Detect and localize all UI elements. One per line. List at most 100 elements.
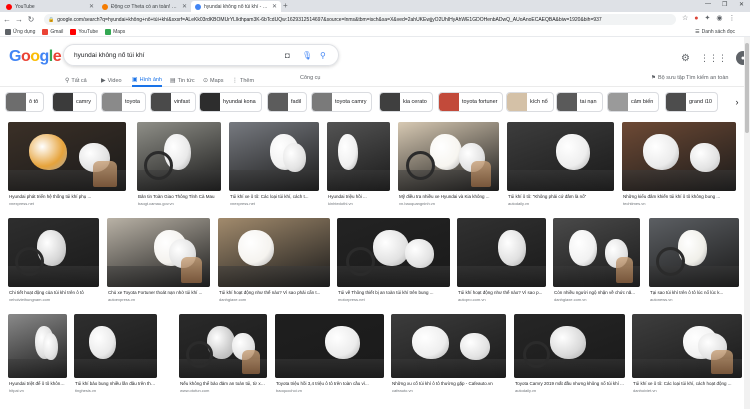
result-thumbnail[interactable] [514, 314, 625, 378]
image-result[interactable]: Toyota triệu hồi 3,4 triệu ô tô trên toà… [275, 314, 384, 396]
reading-list-button[interactable]: ☰ Danh sách đọc [695, 27, 735, 37]
image-result[interactable]: Mỹ điều tra nhiều xe Hyundai và Kia khôn… [398, 122, 499, 209]
close-icon[interactable]: ✕ [182, 3, 187, 10]
back-arrow-icon[interactable]: ← [2, 15, 12, 24]
chip[interactable]: ô tô [5, 92, 45, 112]
window-close-icon[interactable]: ✕ [739, 1, 744, 8]
search-icon[interactable]: ⚲ [320, 51, 326, 60]
chip[interactable]: tai nạn [556, 92, 603, 112]
image-result[interactable]: Những kiểu đâm khiến túi khí ô tô không … [622, 122, 736, 209]
result-thumbnail[interactable] [8, 314, 67, 378]
image-result[interactable]: Hyundai triệu hồi ... kinhtedothi.vn [327, 122, 390, 209]
result-caption[interactable]: Còn nhiều người ngộ nhận về chức nă... [554, 290, 639, 295]
chip[interactable]: cảm biến [607, 92, 660, 112]
extensions-puzzle-icon[interactable]: ✦ [705, 14, 711, 22]
result-caption[interactable]: Túi khí bảo bung nhiều lần đâu trên thế … [75, 381, 156, 386]
result-caption[interactable]: Túi khí hoạt động như thế nào? Vì sao ph… [219, 290, 329, 295]
result-caption[interactable]: Toyota triệu hồi 3,4 triệu ô tô trên toà… [276, 381, 383, 386]
image-result[interactable]: Tại sao túi khí trên ô tô lúc nổ lúc k..… [649, 218, 739, 305]
bookmark-apps[interactable]: Ứng dụng [5, 28, 35, 35]
image-result[interactable]: Nếu không thể bảo đảm an toàn túi, từ xe… [179, 314, 267, 396]
result-caption[interactable]: Túi khí xe ô tô: Các loại túi khí, cách … [230, 194, 318, 199]
settings-gear-icon[interactable]: ⚙ [681, 53, 690, 64]
result-thumbnail[interactable] [8, 218, 99, 287]
bookmark-maps[interactable]: Maps [105, 28, 125, 35]
result-thumbnail[interactable] [632, 314, 742, 378]
result-caption[interactable]: Hyundai phát triển hệ thống túi khí phụ … [9, 194, 125, 199]
image-result[interactable]: Chủ xe Toyota Fortuner thoát nạn nhờ túi… [107, 218, 210, 305]
saved-collection-button[interactable]: ⚑ Bộ sưu tập [651, 75, 685, 81]
chip[interactable]: hyundai kona [199, 92, 262, 112]
image-result[interactable]: Túi khí bảo bung nhiều lần đâu trên thế … [74, 314, 157, 396]
minimize-icon[interactable]: — [705, 1, 711, 7]
result-caption[interactable]: Tại sao túi khí trên ô tô lúc nổ lúc k..… [650, 290, 738, 295]
chip[interactable]: kia cerato [379, 92, 433, 112]
menu-dots-icon[interactable]: ⋮ [729, 14, 736, 22]
profile-icon[interactable]: ◉ [716, 14, 722, 22]
image-result[interactable]: Toyota Camry 2019 mất đầu nhưng không nổ… [514, 314, 625, 396]
page-scrollbar[interactable] [744, 37, 750, 409]
tab-images[interactable]: ▣ Hình ảnh [132, 74, 162, 87]
maximize-icon[interactable]: ❐ [722, 1, 727, 8]
result-thumbnail[interactable] [107, 218, 210, 287]
scrollbar-thumb[interactable] [745, 43, 749, 133]
result-caption[interactable]: Những kiểu đâm khiến túi khí ô tô không … [623, 194, 735, 199]
image-result[interactable]: Túi khí xe ô tô: Các loại túi khí, cách … [632, 314, 742, 396]
image-result[interactable]: Chi tiết hoạt động của túi khí trên ô tô… [8, 218, 99, 305]
image-result[interactable]: Túi khí hoạt động như thế nào? Vì sao p.… [457, 218, 546, 305]
image-result[interactable]: Hyundai phát triển hệ thống túi khí phụ … [8, 122, 126, 209]
chip[interactable]: kích nổ [506, 92, 554, 112]
result-caption[interactable]: Nếu không thể bảo đảm an toàn túi, từ xe… [180, 381, 266, 386]
close-icon[interactable]: ✕ [89, 3, 94, 10]
result-thumbnail[interactable] [622, 122, 736, 191]
result-caption[interactable]: Chi tiết hoạt động của túi khí trên ô tô [9, 290, 98, 295]
result-caption[interactable]: Túi về Thông thiết bị an toàn túi khí tr… [338, 290, 449, 295]
browser-tab-theta[interactable]: Động cơ Theta có an toàn! Mua... ✕ [98, 1, 191, 12]
safesearch-button[interactable]: Tìm kiếm an toàn [686, 75, 729, 81]
close-icon[interactable]: ✕ [272, 3, 277, 10]
result-thumbnail[interactable] [74, 314, 157, 378]
google-apps-icon[interactable]: ⋮⋮⋮ [700, 53, 727, 64]
result-thumbnail[interactable] [457, 218, 546, 287]
result-thumbnail[interactable] [398, 122, 499, 191]
result-caption[interactable]: Bản tin Toàn Giao Thông Tỉnh Cà Mau [138, 194, 220, 199]
result-thumbnail[interactable] [553, 218, 640, 287]
microphone-icon[interactable]: 🎙 [302, 51, 312, 60]
reload-icon[interactable]: ↻ [26, 15, 36, 24]
image-result[interactable]: Túi khí ô tô: "Không phải cứ đâm là nổ" a… [507, 122, 614, 209]
tools-button[interactable]: Công cụ [300, 75, 321, 81]
browser-tab-youtube[interactable]: YouTube ✕ [2, 1, 98, 12]
chip[interactable]: grand i10 [665, 92, 718, 112]
chip[interactable]: toyota camry [311, 92, 373, 112]
image-result[interactable]: Hyundai triệt để ô tô không ... hitpai.vn [8, 314, 67, 396]
result-caption[interactable]: Hyundai triệt để ô tô không ... [9, 381, 66, 386]
chip[interactable]: fadil [267, 92, 308, 112]
image-result[interactable]: Những xu cố túi khí ô tô thường gặp - Ca… [391, 314, 506, 396]
extension-icon[interactable]: ● [694, 15, 698, 22]
google-logo[interactable]: Google [9, 48, 62, 66]
forward-arrow-icon[interactable]: → [14, 15, 24, 24]
image-result[interactable]: Còn nhiều người ngộ nhận về chức nă... da… [553, 218, 640, 305]
new-tab-button[interactable]: + [283, 1, 288, 10]
chip[interactable]: toyota [101, 92, 146, 112]
result-caption[interactable]: Chủ xe Toyota Fortuner thoát nạn nhờ túi… [108, 290, 209, 295]
tab-all[interactable]: ⚲ Tất cả [65, 74, 87, 87]
result-thumbnail[interactable] [179, 314, 267, 378]
result-thumbnail[interactable] [649, 218, 739, 287]
image-result[interactable]: Bản tin Toàn Giao Thông Tỉnh Cà Mau baogt… [137, 122, 221, 209]
result-caption[interactable]: Túi khí ô tô: "Không phải cứ đâm là nổ" [508, 194, 613, 199]
chip[interactable]: vinfast [150, 92, 196, 112]
bookmark-youtube[interactable]: YouTube [70, 28, 98, 35]
search-input[interactable] [74, 51, 274, 59]
result-caption[interactable]: Mỹ điều tra nhiều xe Hyundai và Kia khôn… [399, 194, 498, 199]
result-thumbnail[interactable] [337, 218, 450, 287]
image-result[interactable]: Túi khí hoạt động như thế nào? Vì sao ph… [218, 218, 330, 305]
chevron-right-icon[interactable]: › [729, 92, 745, 112]
image-result[interactable]: Túi khí xe ô tô: Các loại túi khí, cách … [229, 122, 319, 209]
camera-search-icon[interactable]: ◘ [285, 51, 290, 60]
result-caption[interactable]: Những xu cố túi khí ô tô thường gặp - Ca… [392, 381, 505, 386]
star-icon[interactable]: ☆ [682, 14, 688, 22]
address-bar[interactable]: 🔒 google.com/search?q=hyundai+không+nổ+t… [44, 14, 676, 25]
result-thumbnail[interactable] [137, 122, 221, 191]
chip[interactable]: toyota fortuner [438, 92, 504, 112]
